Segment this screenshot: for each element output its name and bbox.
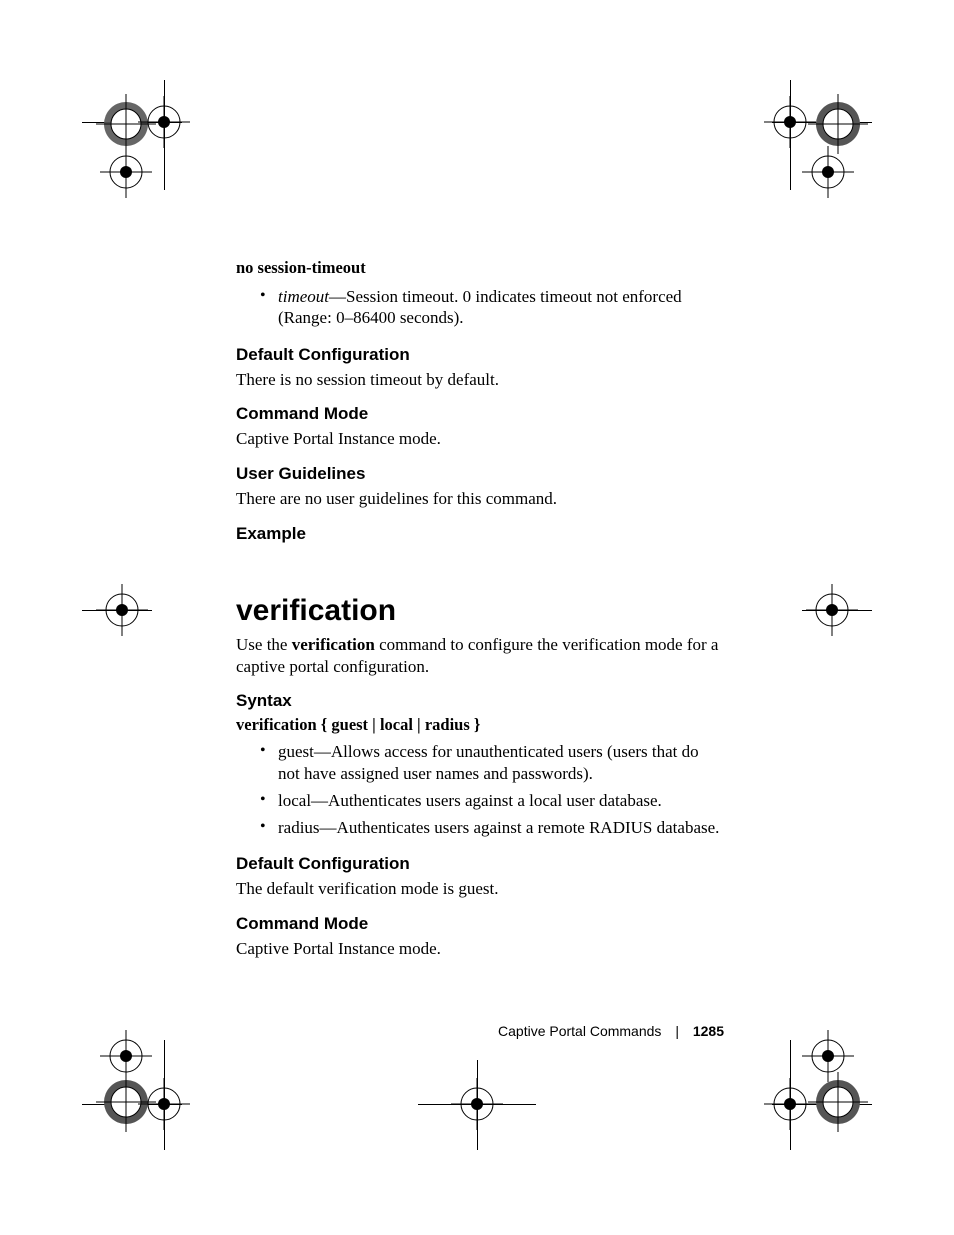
text-fragment: Use the [236, 635, 292, 654]
page-content: no session-timeout timeout—Session timeo… [236, 258, 724, 970]
body-text: The default verification mode is guest. [236, 878, 724, 900]
option-list: guest—Allows access for unauthenticated … [236, 741, 724, 838]
list-item: guest—Allows access for unauthenticated … [260, 741, 724, 784]
registration-mark-icon [451, 1078, 511, 1138]
registration-mark-icon [96, 584, 156, 644]
heading-user-guidelines: User Guidelines [236, 464, 724, 484]
heading-default-config: Default Configuration [236, 345, 724, 365]
page-number: 1285 [693, 1023, 724, 1039]
registration-mark-icon [764, 1078, 824, 1138]
footer-section-name: Captive Portal Commands [498, 1023, 661, 1039]
crop-line [82, 1104, 182, 1105]
registration-mark-icon [100, 146, 160, 206]
heading-default-config: Default Configuration [236, 854, 724, 874]
crop-line [477, 1060, 478, 1150]
heading-command-mode: Command Mode [236, 914, 724, 934]
heading-command-mode: Command Mode [236, 404, 724, 424]
heading-syntax: Syntax [236, 691, 724, 711]
syntax-definition: verification { guest | local | radius } [236, 715, 724, 735]
registration-mark-icon [100, 1030, 160, 1090]
footer-separator: | [675, 1023, 679, 1039]
intro-text: Use the verification command to configur… [236, 634, 724, 678]
registration-mark-icon [96, 94, 156, 154]
crop-line [164, 80, 165, 190]
registration-mark-icon [808, 1072, 868, 1132]
crop-line [164, 1040, 165, 1150]
crop-line [802, 610, 872, 611]
list-item: radius—Authenticates users against a rem… [260, 817, 724, 838]
registration-mark-icon [764, 96, 824, 156]
crop-line [772, 122, 872, 123]
list-item: timeout—Session timeout. 0 indicates tim… [260, 286, 724, 329]
text-bold: verification [292, 635, 375, 654]
registration-mark-icon [138, 96, 198, 156]
crop-line [772, 1104, 872, 1105]
crop-line [82, 610, 152, 611]
heading-example: Example [236, 524, 724, 544]
registration-mark-icon [802, 1030, 862, 1090]
registration-mark-icon [96, 1072, 156, 1132]
body-text: Captive Portal Instance mode. [236, 938, 724, 960]
body-text: Captive Portal Instance mode. [236, 428, 724, 450]
registration-mark-icon [806, 584, 866, 644]
param-name: timeout [278, 287, 329, 306]
command-title: verification [236, 594, 724, 628]
registration-mark-icon [802, 146, 862, 206]
registration-mark-icon [138, 1078, 198, 1138]
param-desc: —Session timeout. 0 indicates timeout no… [278, 287, 682, 327]
page-footer: Captive Portal Commands | 1285 [236, 1023, 724, 1039]
parameter-list: timeout—Session timeout. 0 indicates tim… [236, 286, 724, 329]
command-negation: no session-timeout [236, 258, 724, 278]
registration-mark-icon [808, 94, 868, 154]
crop-line [82, 122, 182, 123]
list-item: local—Authenticates users against a loca… [260, 790, 724, 811]
crop-line [790, 80, 791, 190]
crop-line [790, 1040, 791, 1150]
body-text: There are no user guidelines for this co… [236, 488, 724, 510]
body-text: There is no session timeout by default. [236, 369, 724, 391]
